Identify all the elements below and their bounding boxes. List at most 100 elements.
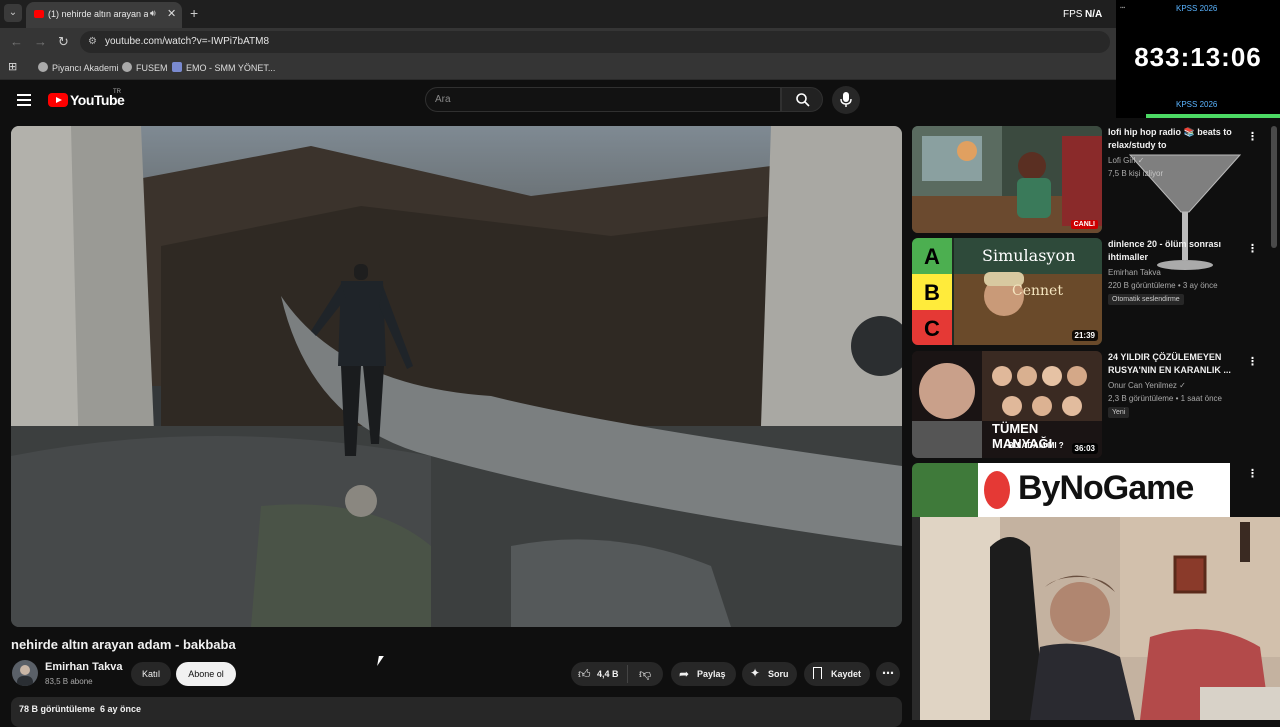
recommendation-title[interactable]: lofi hip hop radio 📚 beats to relax/stud…	[1108, 126, 1248, 152]
browser-tab-bar: ⌄ (1) nehirde altın arayan adam 🔊︎ ✕ + F…	[0, 0, 1280, 28]
hamburger-menu-icon[interactable]	[17, 94, 31, 106]
study-timer-overlay: ▪▪▪ KPSS 2026 833:13:06 KPSS 2026	[1116, 0, 1280, 118]
more-vertical-icon[interactable]: ⋮	[1247, 130, 1258, 143]
fps-label: FPS	[1063, 9, 1083, 20]
more-vertical-icon[interactable]: ⋮	[1247, 467, 1258, 480]
video-title: nehirde altın arayan adam - bakbaba	[11, 637, 236, 652]
thumbnail-text: Cennet	[1012, 283, 1063, 299]
site-info-icon[interactable]: ⚙	[88, 36, 100, 48]
video-player[interactable]	[11, 126, 902, 627]
region-code: TR	[113, 89, 121, 95]
search-icon	[796, 93, 810, 107]
channel-avatar[interactable]	[12, 660, 38, 686]
timer-progress-bar	[1146, 114, 1280, 118]
recommendation-channel[interactable]: Emirhan Takva	[1108, 268, 1161, 277]
more-vertical-icon[interactable]: ⋮	[1247, 242, 1258, 255]
bookmark-item[interactable]: FUSEM	[122, 62, 168, 73]
share-label: Paylaş	[697, 669, 726, 679]
search-button[interactable]	[781, 87, 823, 112]
search-input[interactable]: Ara	[425, 87, 781, 112]
timer-bottom-label: KPSS 2026	[1176, 100, 1218, 109]
bookmarks-bar: ⊞ Piyancı Akademi FUSEM EMO - SMM YÖNET.…	[0, 56, 1280, 80]
channel-name[interactable]: Emirhan Takva	[45, 661, 122, 673]
recommendation-item[interactable]: TÜMEN MANYAĞI BU ADAM MI ? 36:03 24 YILD…	[912, 351, 1272, 459]
lofi-thumbnail-image	[912, 126, 1102, 233]
more-horizontal-icon: ⋯	[882, 666, 894, 680]
webcam-feed	[920, 517, 1280, 720]
recommendation-channel[interactable]: Onur Can Yenilmez ✓	[1108, 381, 1186, 390]
save-button[interactable]: Kaydet	[804, 662, 870, 686]
url-text: youtube.com/watch?v=-IWPi7bATM8	[105, 36, 270, 47]
youtube-header: YouTube TR Ara	[0, 81, 1116, 119]
apps-grid-icon[interactable]: ⊞	[8, 60, 17, 73]
ask-label: Soru	[768, 669, 789, 679]
voice-search-button[interactable]	[832, 86, 860, 114]
description-box[interactable]: 78 B görüntüleme 6 ay önce	[11, 697, 902, 727]
bookmark-icon	[813, 667, 822, 679]
recommendation-title[interactable]: 24 YILDIR ÇÖZÜLEMEYEN RUSYA'NIN EN KARAN…	[1108, 351, 1248, 377]
back-icon[interactable]: ←	[10, 34, 23, 49]
dislike-icon[interactable]: 👎︎	[639, 667, 651, 682]
bynogame-logo-icon	[984, 471, 1010, 509]
bookmark-item[interactable]: EMO - SMM YÖNET...	[172, 62, 275, 73]
audio-playing-icon[interactable]: 🔊︎	[150, 8, 156, 19]
auto-dub-badge: Otomatik seslendirme	[1108, 294, 1184, 305]
fps-value: N/A	[1085, 9, 1103, 20]
thumbnail-text: Simulasyon	[982, 246, 1076, 265]
tier-letter: C	[924, 316, 940, 341]
globe-icon	[38, 62, 48, 72]
timer-value: 833:13:06	[1134, 42, 1262, 72]
forward-icon[interactable]: →	[34, 34, 47, 49]
more-actions-button[interactable]: ⋯	[876, 662, 900, 686]
video-thumbnail[interactable]: A B C Simulasyon Cennet 21:39	[912, 238, 1102, 345]
microphone-icon	[840, 92, 852, 107]
webcam-overlay	[920, 517, 1280, 720]
subscribe-button[interactable]: Abone ol	[176, 662, 236, 686]
recommendation-item[interactable]: A B C Simulasyon Cennet 21:39 dinlence 2…	[912, 238, 1272, 346]
timer-logo: ▪▪▪	[1120, 5, 1126, 11]
video-thumbnail[interactable]	[912, 463, 978, 517]
timer-top-label: KPSS 2026	[1176, 4, 1218, 13]
bynogame-logo-text: ByNoGame	[1018, 469, 1194, 507]
subscriber-count: 83,5 B abone	[45, 677, 93, 686]
mouse-cursor-icon	[377, 656, 384, 666]
bookmark-item[interactable]: Piyancı Akademi	[38, 62, 119, 73]
video-thumbnail[interactable]: TÜMEN MANYAĞI BU ADAM MI ? 36:03	[912, 351, 1102, 458]
youtube-logo-icon[interactable]	[48, 93, 68, 107]
recommendation-strip	[912, 517, 920, 720]
site-icon	[172, 62, 182, 72]
divider	[627, 665, 628, 683]
bynogame-banner[interactable]: ByNoGame	[978, 463, 1230, 517]
recommendation-meta: 220 B görüntüleme • 3 ay önce	[1108, 281, 1218, 290]
recommendation-title[interactable]: dinlence 20 - ölüm sonrası ihtimaller	[1108, 238, 1248, 264]
duration-badge: 36:03	[1071, 443, 1098, 454]
thumbnail-text: BU ADAM MI ?	[1008, 441, 1064, 450]
join-button[interactable]: Katıl	[131, 662, 171, 686]
tab-title: (1) nehirde altın arayan adam	[48, 9, 148, 19]
like-icon[interactable]: 👍︎	[578, 667, 591, 682]
new-tab-button[interactable]: +	[190, 5, 198, 21]
video-frame	[11, 126, 902, 627]
live-badge: CANLI	[1070, 220, 1098, 229]
reload-icon[interactable]: ↻	[58, 34, 69, 50]
close-tab-icon[interactable]: ✕	[167, 7, 176, 20]
duration-badge: 21:39	[1071, 330, 1098, 341]
new-badge: Yeni	[1108, 407, 1130, 418]
ask-button[interactable]: ✦ Soru	[742, 662, 797, 686]
url-field[interactable]: ⚙ youtube.com/watch?v=-IWPi7bATM8	[80, 31, 1110, 53]
avatar-image	[17, 665, 33, 686]
like-dislike-group: 👍︎ 4,4 B 👎︎	[571, 662, 663, 686]
search-placeholder: Ara	[435, 94, 451, 105]
more-vertical-icon[interactable]: ⋮	[1247, 355, 1258, 368]
like-count[interactable]: 4,4 B	[597, 669, 619, 679]
recommendation-meta: 2,3 B görüntüleme • 1 saat önce	[1108, 394, 1222, 403]
sparkle-icon: ✦	[750, 666, 761, 680]
active-tab[interactable]: (1) nehirde altın arayan adam 🔊︎ ✕	[26, 2, 182, 28]
share-button[interactable]: ➦ Paylaş	[671, 662, 736, 686]
scrollbar[interactable]	[1271, 126, 1277, 248]
address-bar-row: ← → ↻ ⚙ youtube.com/watch?v=-IWPi7bATM8	[0, 28, 1280, 56]
video-thumbnail[interactable]: CANLI	[912, 126, 1102, 233]
tab-search-button[interactable]: ⌄	[4, 4, 22, 22]
recommendation-item[interactable]: ByNoGame ⋮	[912, 463, 1272, 517]
view-info: 78 B görüntüleme 6 ay önce	[19, 704, 142, 714]
